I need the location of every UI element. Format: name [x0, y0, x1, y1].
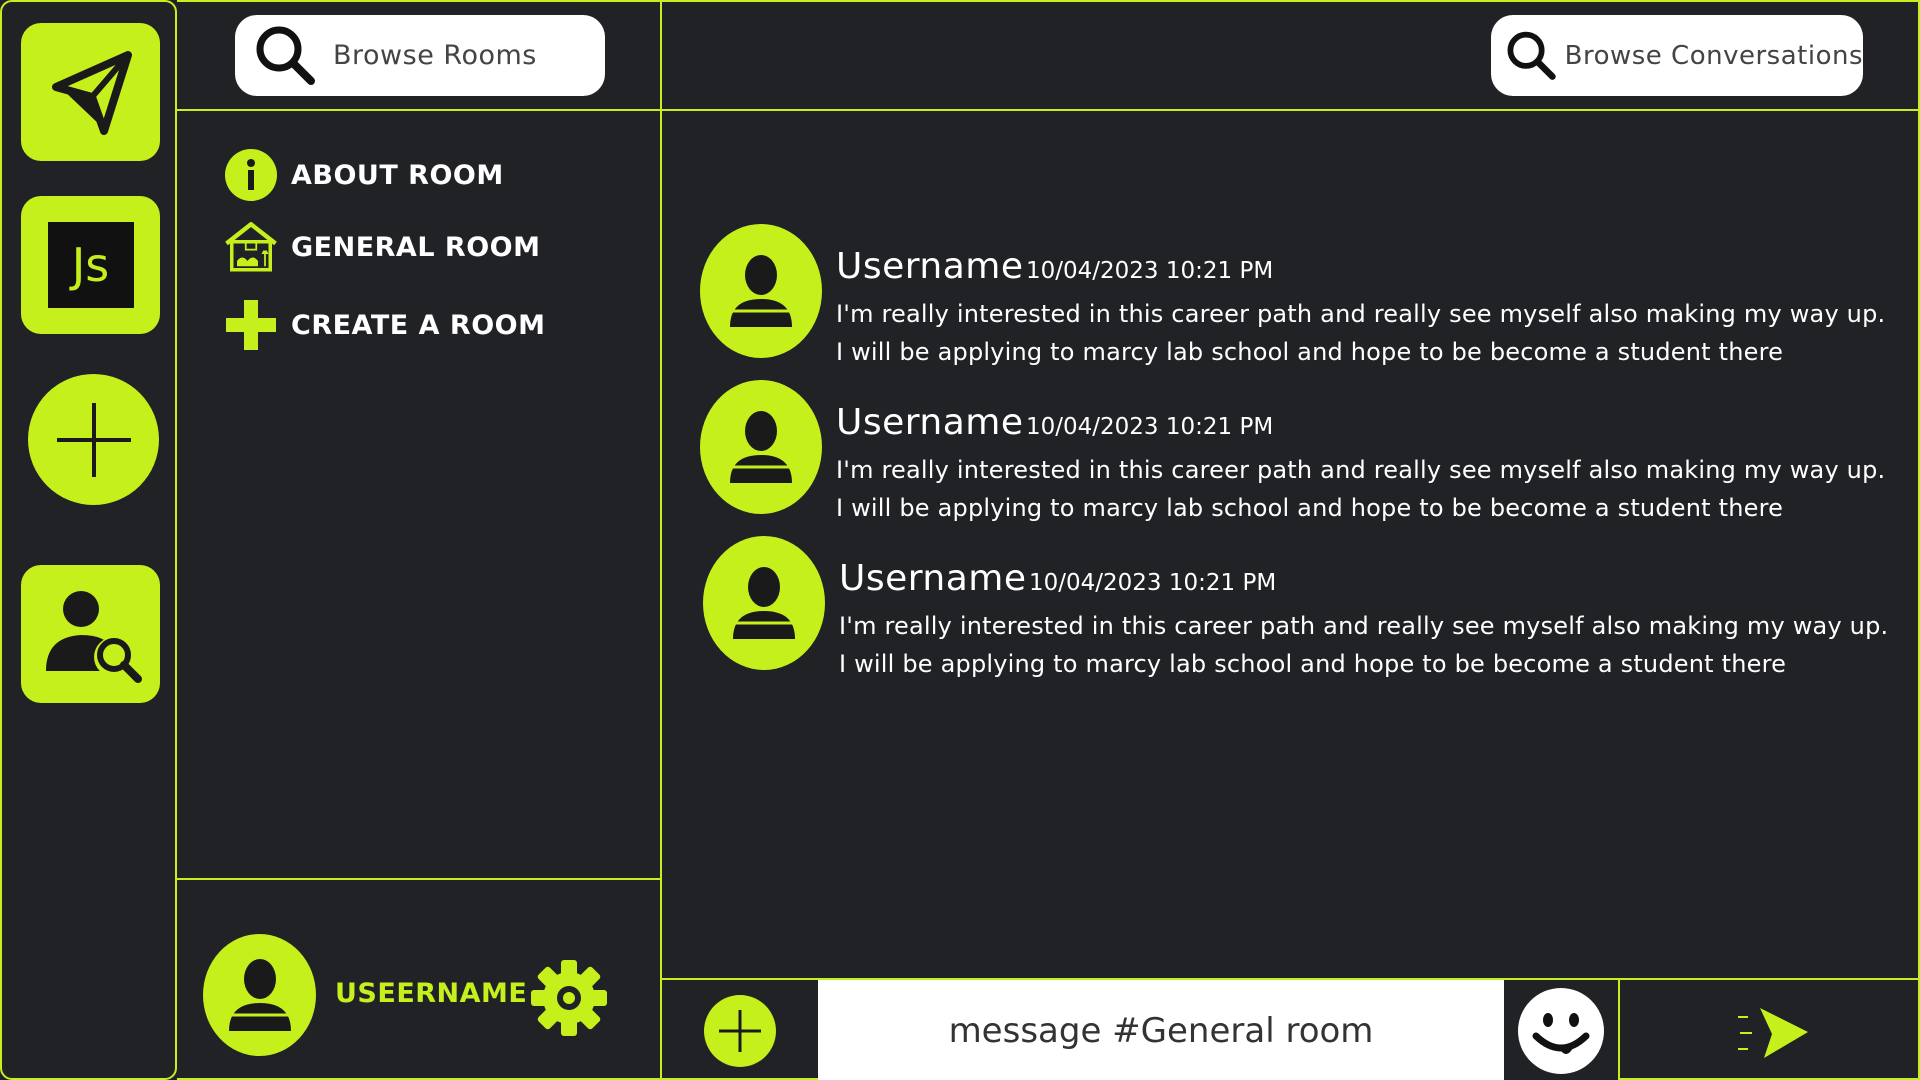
message-input-placeholder: message #General room: [948, 1011, 1374, 1051]
attach-area: [662, 980, 818, 1080]
add-nav-button[interactable]: [28, 374, 159, 505]
javascript-nav-button[interactable]: Js: [21, 196, 160, 334]
user-avatar-icon: [733, 567, 795, 639]
search-icon: [256, 26, 315, 85]
room-item-about[interactable]: ABOUT ROOM: [223, 147, 504, 203]
message-text-line: I will be applying to marcy lab school a…: [836, 338, 1784, 366]
message-username[interactable]: Username: [836, 402, 1024, 443]
user-search-icon: [45, 591, 142, 683]
current-username: USEERNAME: [335, 978, 528, 1009]
message-input[interactable]: message #General room: [818, 980, 1504, 1080]
avatar[interactable]: [703, 536, 825, 670]
room-item-label: CREATE A ROOM: [291, 309, 546, 341]
chat-header: Browse Conversations: [662, 2, 1918, 111]
user-avatar-icon: [730, 255, 792, 327]
message-item: Username 10/04/2023 10:21 PM I'm really …: [703, 536, 1903, 678]
send-nav-button[interactable]: [21, 23, 160, 161]
user-search-nav-button[interactable]: [21, 565, 160, 703]
room-item-general[interactable]: GENERAL ROOM: [223, 219, 541, 275]
plus-icon: [223, 297, 279, 353]
avatar[interactable]: [700, 224, 822, 358]
avatar[interactable]: [700, 380, 822, 514]
message-timestamp: 10/04/2023 10:21 PM: [1026, 414, 1274, 440]
send-arrow-icon: [1738, 1008, 1808, 1058]
send-button[interactable]: [1622, 980, 1918, 1080]
avatar[interactable]: [203, 934, 316, 1056]
room-item-label: ABOUT ROOM: [291, 159, 504, 191]
browse-rooms-placeholder: Browse Rooms: [333, 40, 537, 71]
search-icon: [1507, 31, 1556, 80]
room-item-create[interactable]: CREATE A ROOM: [223, 297, 545, 353]
message-username[interactable]: Username: [836, 246, 1024, 287]
send-icon: [51, 51, 132, 135]
info-icon: [223, 147, 279, 203]
javascript-icon: Js: [47, 222, 134, 308]
message-composer: message #General room: [662, 978, 1918, 1080]
add-icon: [719, 1010, 761, 1052]
rooms-panel: Browse Rooms ABOUT ROOM GENERAL ROOM CRE…: [177, 0, 662, 1080]
message-text-line: I'm really interested in this career pat…: [839, 612, 1889, 640]
browse-conversations-search[interactable]: Browse Conversations: [1491, 15, 1863, 96]
icon-rail: Js: [0, 0, 177, 1080]
attach-button[interactable]: [704, 995, 776, 1067]
browse-rooms-search[interactable]: Browse Rooms: [235, 15, 605, 96]
message-item: Username 10/04/2023 10:21 PM I'm really …: [700, 224, 1900, 366]
add-icon: [56, 402, 131, 477]
browse-conversations-placeholder: Browse Conversations: [1564, 40, 1863, 71]
current-user-area: USEERNAME: [177, 878, 660, 1080]
message-item: Username 10/04/2023 10:21 PM I'm really …: [700, 380, 1900, 522]
chat-app: Js Browse Rooms ABOUT ROOM GENERAL ROOM …: [0, 0, 1920, 1080]
user-avatar-icon: [730, 411, 792, 483]
message-timestamp: 10/04/2023 10:21 PM: [1026, 258, 1274, 284]
message-text-line: I will be applying to marcy lab school a…: [836, 494, 1784, 522]
user-avatar-icon: [228, 959, 291, 1031]
message-text-line: I'm really interested in this career pat…: [836, 300, 1886, 328]
message-timestamp: 10/04/2023 10:21 PM: [1029, 570, 1277, 596]
gear-icon[interactable]: [529, 958, 609, 1038]
message-text-line: I'm really interested in this career pat…: [836, 456, 1886, 484]
emoji-icon[interactable]: [1518, 988, 1604, 1074]
room-item-label: GENERAL ROOM: [291, 231, 541, 263]
message-username[interactable]: Username: [839, 558, 1027, 599]
message-text-line: I will be applying to marcy lab school a…: [839, 650, 1787, 678]
rooms-header: Browse Rooms: [177, 2, 660, 111]
home-icon: [223, 219, 279, 275]
emoji-area: [1504, 980, 1620, 1080]
chat-panel: Browse Conversations Username 10/04/2023…: [662, 0, 1920, 1080]
